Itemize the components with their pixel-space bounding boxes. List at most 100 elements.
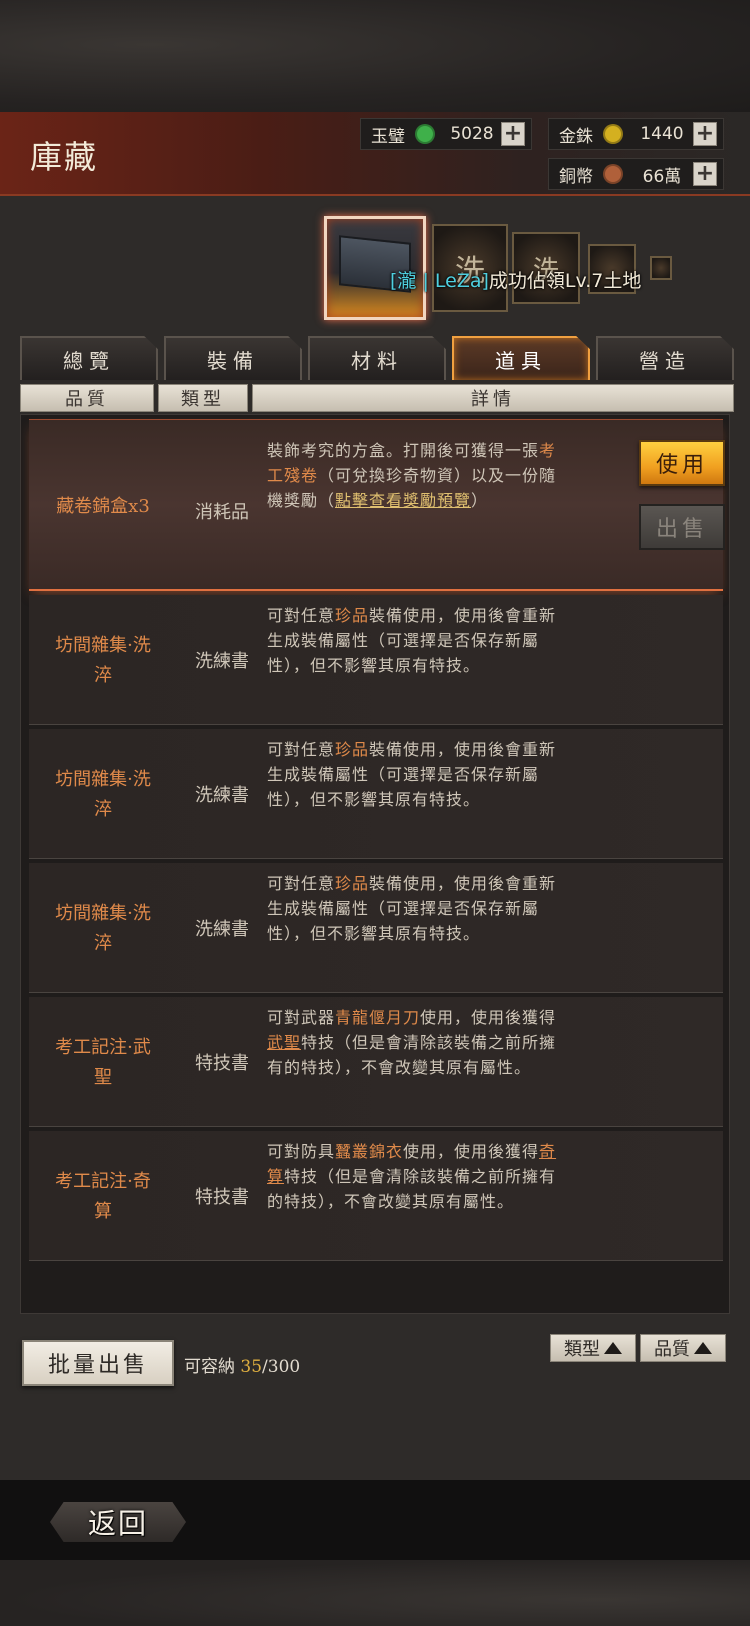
column-quality[interactable]: 品質 — [20, 384, 154, 412]
item-type: 洗練書 — [195, 785, 249, 806]
item-name: 坊間雜集·洗 淬 — [37, 899, 169, 959]
item-description: 可對任意珍品裝備使用，使用後會重新生成裝備屬性（可選擇是否保存新屬性），但不影響… — [267, 737, 557, 812]
desc-highlight: 珍品 — [335, 874, 370, 893]
reward-card-tiny[interactable] — [650, 256, 672, 280]
desc-highlight: 武聖 — [267, 1033, 302, 1052]
desc-text: ） — [471, 491, 489, 510]
item-name: 坊間雜集·洗 淬 — [37, 765, 169, 825]
column-headers: 品質 類型 詳情 — [20, 384, 734, 412]
bottom-backdrop — [0, 1560, 750, 1626]
toast-alliance: [瀧 | LeZa] — [390, 270, 489, 292]
tab-construction[interactable]: 營造 — [596, 336, 734, 380]
item-name: 坊間雜集·洗 淬 — [37, 631, 169, 691]
bulk-sell-button[interactable]: 批量出售 — [22, 1340, 174, 1386]
currency-copper: 銅幣 66萬 + — [548, 158, 724, 190]
capacity-label: 可容納 — [184, 1357, 235, 1377]
list-item[interactable]: 坊間雜集·洗 淬 洗練書 可對任意珍品裝備使用，使用後會重新生成裝備屬性（可選擇… — [29, 863, 723, 993]
capacity-max: /300 — [262, 1357, 301, 1377]
item-description: 裝飾考究的方盒。打開後可獲得一張考工殘卷（可兌換珍奇物資）以及一份隨機獎勵（點擊… — [267, 438, 557, 513]
item-type: 特技書 — [195, 1187, 249, 1208]
currency-gold: 金銖 1440 + — [548, 118, 724, 150]
occupation-toast: [瀧 | LeZa]成功佔領Lv.7土地 — [390, 266, 641, 293]
desc-highlight: 青龍偃月刀 — [335, 1008, 421, 1027]
currency-label: 金銖 — [559, 126, 593, 147]
currency-value: 5028 — [450, 124, 494, 144]
item-name-line: 坊間雜集·洗 — [55, 635, 151, 656]
add-copper-button[interactable]: + — [693, 162, 717, 186]
currency-value: 1440 — [640, 124, 684, 144]
sort-ascending-icon — [604, 1342, 622, 1354]
use-button[interactable]: 使用 — [639, 440, 725, 486]
desc-text: 可對任意 — [267, 740, 336, 759]
desc-text: 裝飾考究的方盒。打開後可獲得一張 — [267, 441, 540, 460]
top-backdrop — [0, 0, 750, 112]
desc-highlight: 蠶叢錦衣 — [335, 1142, 404, 1161]
item-type: 洗練書 — [195, 651, 249, 672]
column-detail: 詳情 — [252, 384, 734, 412]
page-title: 庫藏 — [30, 138, 99, 176]
list-item[interactable]: 考工記注·奇 算 特技書 可對防具蠶叢錦衣使用，使用後獲得奇算特技（但是會清除該… — [29, 1131, 723, 1261]
item-name-line: 淬 — [94, 799, 112, 820]
item-name-line: 淬 — [94, 933, 112, 954]
tab-materials[interactable]: 材料 — [308, 336, 446, 380]
item-description: 可對武器青龍偃月刀使用，使用後獲得武聖特技（但是會清除該裝備之前所擁有的特技），… — [267, 1005, 557, 1080]
item-type: 特技書 — [195, 1053, 249, 1074]
list-item[interactable]: 考工記注·武 聖 特技書 可對武器青龍偃月刀使用，使用後獲得武聖特技（但是會清除… — [29, 997, 723, 1127]
sort-ascending-icon — [694, 1342, 712, 1354]
currency-label: 銅幣 — [559, 166, 593, 187]
item-name-line: 坊間雜集·洗 — [55, 903, 151, 924]
item-name-line: 聖 — [94, 1067, 112, 1088]
desc-highlight: 珍品 — [335, 606, 370, 625]
back-label: 返回 — [87, 1507, 148, 1540]
copper-coin-icon — [603, 164, 623, 184]
item-description: 可對任意珍品裝備使用，使用後會重新生成裝備屬性（可選擇是否保存新屬性），但不影響… — [267, 871, 557, 946]
add-gold-button[interactable]: + — [693, 122, 717, 146]
item-name-line: 算 — [94, 1201, 112, 1222]
capacity-text: 可容納 35/300 — [184, 1352, 300, 1377]
desc-text: 可對任意 — [267, 874, 336, 893]
category-tabs: 總覽 裝備 材料 道具 營造 — [20, 336, 734, 380]
currency-jade: 玉璧 5028 + — [360, 118, 532, 150]
sort-by-quality-button[interactable]: 品質 — [640, 1334, 726, 1362]
currency-value: 66萬 — [642, 166, 682, 187]
list-item[interactable]: 坊間雜集·洗 淬 洗練書 可對任意珍品裝備使用，使用後會重新生成裝備屬性（可選擇… — [29, 729, 723, 859]
reward-preview-link[interactable]: 點擊查看獎勵預覽 — [335, 491, 471, 510]
item-name: 考工記注·奇 算 — [37, 1167, 169, 1227]
list-item[interactable]: 坊間雜集·洗 淬 洗練書 可對任意珍品裝備使用，使用後會重新生成裝備屬性（可選擇… — [29, 595, 723, 725]
desc-text: 可對任意 — [267, 606, 336, 625]
currency-label: 玉璧 — [371, 126, 405, 147]
capacity-current: 35 — [240, 1357, 263, 1377]
desc-text: 可對防具 — [267, 1142, 336, 1161]
item-description: 可對任意珍品裝備使用，使用後會重新生成裝備屬性（可選擇是否保存新屬性），但不影響… — [267, 603, 557, 678]
toast-message: 成功佔領Lv.7土地 — [488, 270, 642, 292]
tab-equipment[interactable]: 裝備 — [164, 336, 302, 380]
desc-text: 可對武器 — [267, 1008, 336, 1027]
item-list[interactable]: 藏卷錦盒x3 消耗品 裝飾考究的方盒。打開後可獲得一張考工殘卷（可兌換珍奇物資）… — [20, 414, 730, 1314]
item-name-line: 考工記注·奇 — [55, 1171, 151, 1192]
desc-highlight: 珍品 — [335, 740, 370, 759]
item-type: 消耗品 — [195, 502, 249, 523]
back-button[interactable]: 返回 — [50, 1498, 190, 1544]
item-name: 藏卷錦盒x3 — [56, 496, 150, 517]
item-type: 洗練書 — [195, 919, 249, 940]
item-name: 考工記注·武 聖 — [37, 1033, 169, 1093]
item-description: 可對防具蠶叢錦衣使用，使用後獲得奇算特技（但是會清除該裝備之前所擁有的特技），不… — [267, 1139, 557, 1214]
sort-by-type-button[interactable]: 類型 — [550, 1334, 636, 1362]
jade-coin-icon — [415, 124, 435, 144]
item-name-line: 考工記注·武 — [55, 1037, 151, 1058]
add-jade-button[interactable]: + — [501, 122, 525, 146]
column-type[interactable]: 類型 — [158, 384, 248, 412]
desc-text: 使用，使用後獲得 — [403, 1142, 540, 1161]
item-name-line: 坊間雜集·洗 — [55, 769, 151, 790]
sell-button[interactable]: 出售 — [639, 504, 725, 550]
item-name-line: 淬 — [94, 665, 112, 686]
list-item-featured[interactable]: 藏卷錦盒x3 消耗品 裝飾考究的方盒。打開後可獲得一張考工殘卷（可兌換珍奇物資）… — [29, 419, 725, 591]
tab-overview[interactable]: 總覽 — [20, 336, 158, 380]
sort-label: 類型 — [564, 1339, 600, 1360]
desc-text: 特技（但是會清除該裝備之前所擁有的特技），不會改變其原有屬性。 — [267, 1167, 557, 1211]
tab-items[interactable]: 道具 — [452, 336, 590, 380]
gold-coin-icon — [603, 124, 623, 144]
desc-text: 特技（但是會清除該裝備之前所擁有的特技），不會改變其原有屬性。 — [267, 1033, 557, 1077]
desc-text: 使用，使用後獲得 — [420, 1008, 557, 1027]
sort-label: 品質 — [654, 1339, 690, 1360]
